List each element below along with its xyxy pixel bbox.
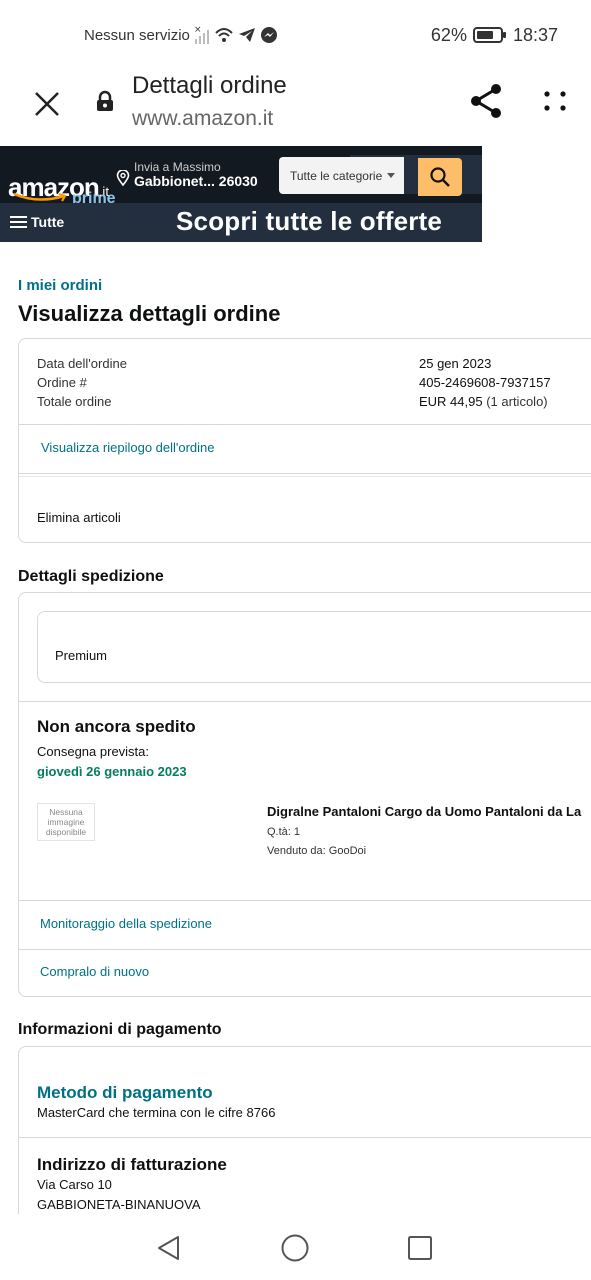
product-quantity: Q.tà: 1 [267,826,301,838]
divider [19,476,591,477]
telegram-icon [238,27,256,43]
android-nav-bar [0,1214,591,1280]
track-shipment-link[interactable]: Monitoraggio della spedizione [40,916,212,931]
delivery-estimate-label: Consegna prevista: [37,744,150,759]
search-icon [430,167,450,187]
billing-address-city: GABBIONETA-BINANUOVA [37,1197,201,1212]
location-pin-icon [116,170,130,186]
divider [19,900,591,901]
no-signal-icon: × [194,25,210,45]
order-date-value: 25 gen 2023 [419,356,492,371]
carrier-text: Nessun servizio [84,26,190,44]
home-circle-icon [281,1234,309,1262]
battery-icon [472,26,507,44]
all-menu-label: Tutte [31,214,65,230]
offers-banner[interactable]: Scopri tutte le offerte [176,206,442,237]
order-number-value: 405-2469608-7937157 [419,375,551,390]
amazon-header: amazon.it prime Invia a Massimo Gabbione… [0,146,482,242]
delete-items-button[interactable]: Elimina articoli [37,510,121,525]
amazon-nav-bar: Tutte Scopri tutte le offerte [0,203,482,242]
amazon-top-bar: amazon.it prime Invia a Massimo Gabbione… [0,146,482,207]
billing-address-title: Indirizzo di fatturazione [37,1155,227,1174]
messenger-icon [260,26,278,44]
caret-down-icon [387,173,396,178]
shipping-details-heading: Dettagli spedizione [18,568,164,585]
divider [19,424,591,425]
order-total-label: Totale ordine [37,394,112,409]
shipping-speed-label: Premium [55,648,108,663]
category-select[interactable]: Tutte le categorie [279,157,404,194]
shipment-status: Non ancora spedito [37,717,196,736]
order-total-value: EUR 44,95 (1 articolo) [419,392,551,411]
all-menu-button[interactable]: Tutte [10,211,64,233]
order-info-values: 25 gen 2023 405-2469608-7937157 EUR 44,9… [419,354,551,411]
category-select-value: Tutte le categorie [290,168,383,183]
close-tab-button[interactable] [27,84,67,124]
wifi-icon [214,26,234,44]
payment-info-heading: Informazioni di pagamento [18,1021,222,1038]
recents-button[interactable] [404,1232,436,1264]
hamburger-icon [10,216,27,228]
status-bar-right: 62% 18:37 [431,24,558,46]
order-info-labels: Data dell'ordine Ordine # Totale ordine [37,354,127,411]
shipping-speed-box: Premium [37,611,591,683]
payment-method-detail: MasterCard che termina con le cifre 8766 [37,1105,276,1120]
payment-info-box: Metodo di pagamento MasterCard che termi… [18,1046,591,1226]
recents-square-icon [408,1236,432,1260]
divider [19,701,591,702]
order-number-label: Ordine # [37,375,87,390]
search-button[interactable] [418,158,462,196]
order-date-label: Data dell'ordine [37,356,127,371]
home-button[interactable] [279,1232,311,1264]
status-bar-left: Nessun servizio × [84,24,278,46]
clock-time: 18:37 [512,24,558,45]
view-order-summary-link[interactable]: Visualizza riepilogo dell'ordine [41,440,215,455]
lock-icon [95,90,115,117]
more-dots-icon [544,91,566,111]
divider [19,1137,591,1138]
order-summary-box: Data dell'ordine Ordine # Totale ordine … [18,338,591,543]
order-total-items: (1 articolo) [486,394,548,409]
order-total-amount: EUR 44,95 [419,394,483,409]
status-bar: Nessun servizio × 62% 18:37 [0,0,591,70]
url-text[interactable]: www.amazon.it [132,107,273,131]
product-seller: Venduto da: GooDoi [267,845,367,857]
divider [19,473,591,474]
svg-text:×: × [194,25,202,35]
browser-tab-header: Dettagli ordine www.amazon.it [0,70,591,140]
page-title: Visualizza dettagli ordine [18,301,281,326]
breadcrumb-my-orders[interactable]: I miei ordini [18,277,102,294]
shipping-details-box: Premium Non ancora spedito Consegna prev… [18,592,591,997]
battery-percent: 62% [430,24,467,45]
product-image-placeholder[interactable]: Nessuna immagine disponibile [37,803,95,841]
buy-again-link[interactable]: Compralo di nuovo [40,964,149,979]
share-button[interactable] [467,82,505,120]
more-options-button[interactable] [536,82,574,120]
billing-address-street: Via Carso 10 [37,1177,112,1192]
deliver-to-location: Gabbionet... 26030 [134,173,258,189]
back-triangle-icon [158,1236,179,1260]
close-icon [35,92,59,116]
payment-method-title[interactable]: Metodo di pagamento [37,1083,213,1103]
share-icon [471,84,501,118]
delivery-estimate-date: giovedì 26 gennaio 2023 [37,764,187,779]
deliver-to-label: Invia a Massimo [134,160,221,174]
page-title-bar: Dettagli ordine [132,72,287,99]
product-title-link[interactable]: Digralne Pantaloni Cargo da Uomo Pantalo… [267,804,581,819]
back-button[interactable] [153,1232,185,1264]
divider [19,949,591,950]
